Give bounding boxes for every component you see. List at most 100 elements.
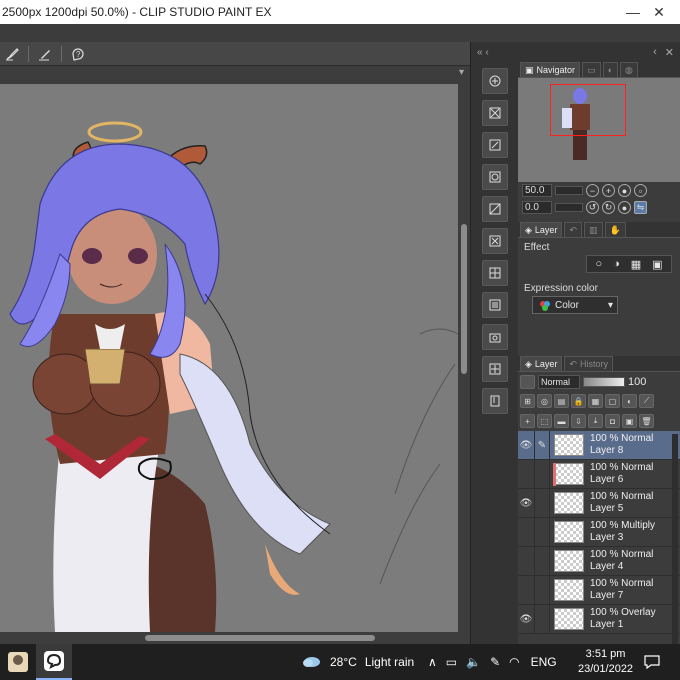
eye-hidden-icon[interactable] (518, 518, 534, 547)
edit-slot[interactable] (534, 604, 550, 634)
edit-target-icon[interactable]: ✎ (534, 430, 550, 460)
eye-hidden-icon[interactable] (518, 576, 534, 605)
ruler-layer-icon[interactable]: ⟋ (639, 394, 654, 408)
scrollbar-thumb[interactable] (145, 635, 375, 641)
border-effect-icon[interactable]: ○ (595, 258, 602, 270)
edit-slot[interactable] (534, 488, 550, 518)
battery-icon[interactable]: ▭ (446, 655, 457, 669)
pen-tool-icon[interactable] (35, 44, 55, 64)
navigator-preview[interactable] (518, 78, 680, 182)
layer-list-scrollbar[interactable] (672, 434, 678, 644)
settings-icon[interactable] (481, 292, 508, 318)
tab-brush-size[interactable]: ▥ (583, 222, 603, 237)
drawing-canvas[interactable] (0, 84, 458, 632)
clip-studio-app-icon[interactable] (36, 644, 72, 680)
close-button[interactable]: ✕ (646, 0, 672, 24)
edit-icon[interactable] (481, 132, 508, 158)
ruler-icon[interactable] (481, 388, 508, 414)
tone-effect-icon[interactable]: ◑ (613, 258, 620, 270)
zoom-actual-icon[interactable]: ▫ (634, 184, 647, 197)
volume-icon[interactable]: 🔈 (466, 655, 481, 669)
layer-row[interactable]: 100 % Multiply Layer 3 (518, 517, 680, 547)
fit-icon[interactable] (481, 356, 508, 382)
navigator-view-rect[interactable] (550, 84, 626, 136)
canvas-horizontal-scrollbar[interactable] (0, 632, 470, 644)
chevron-up-icon[interactable]: ∧ (428, 655, 437, 669)
edit-slot[interactable] (534, 546, 550, 576)
notifications-icon[interactable] (640, 644, 664, 680)
edit-slot[interactable] (534, 459, 550, 489)
zoom-fit-icon[interactable]: ● (618, 184, 631, 197)
canvas-vertical-scrollbar[interactable] (458, 84, 470, 632)
layer-row[interactable]: 100 % Normal Layer 6 (518, 459, 680, 489)
zoom-in-icon[interactable]: + (602, 184, 615, 197)
rotate-slider[interactable] (555, 203, 583, 212)
draft-icon[interactable]: ▤ (554, 394, 569, 408)
layer-row[interactable]: 👁 100 % Overlay Layer 1 (518, 604, 680, 634)
tab-color[interactable]: ◍ (620, 62, 638, 77)
tab-subtool[interactable]: ✋ (604, 222, 626, 237)
apply-mask-icon[interactable]: ▣ (622, 414, 637, 428)
tab-navigator[interactable]: ▣ Navigator (520, 62, 581, 77)
opacity-value[interactable]: 100 (628, 376, 646, 388)
merge-down-icon[interactable]: ⤓ (588, 414, 603, 428)
layer-mask-icon[interactable] (520, 375, 535, 389)
edit-slot[interactable] (534, 517, 550, 547)
clear-icon[interactable] (481, 100, 508, 126)
tab-layer[interactable]: ◈ Layer (520, 356, 563, 371)
minimize-button[interactable]: — (620, 0, 646, 24)
flip-horizontal-icon[interactable]: ⇋ (634, 201, 647, 214)
layer-row[interactable]: 100 % Normal Layer 7 (518, 575, 680, 605)
palette-icon[interactable]: ◐ (622, 394, 637, 408)
mask-enable-icon[interactable]: ▢ (605, 394, 620, 408)
clock[interactable]: 3:51 pm 23/01/2022 (578, 644, 633, 680)
tab-layer-property[interactable]: ◈ Layer (520, 222, 563, 237)
tab-info[interactable]: ◐ (602, 62, 618, 77)
zoom-out-icon[interactable]: − (586, 184, 599, 197)
chevron-down-icon[interactable]: ▾ (459, 67, 464, 78)
reset-rotate-icon[interactable]: ● (618, 201, 631, 214)
transform-icon[interactable] (481, 68, 508, 94)
opacity-slider[interactable] (583, 377, 625, 387)
grid-icon[interactable] (481, 260, 508, 286)
transform2-icon[interactable] (481, 196, 508, 222)
genshin-app-icon[interactable] (0, 644, 36, 680)
wifi-icon[interactable]: ◠ (509, 655, 519, 669)
layer-color-icon[interactable]: ▣ (652, 258, 662, 271)
new-vector-layer-icon[interactable]: ⬚ (537, 414, 552, 428)
rotate-right-icon[interactable]: ↻ (602, 201, 615, 214)
eye-icon[interactable]: 👁 (518, 605, 534, 634)
blend-mode-select[interactable]: Normal (538, 375, 580, 389)
lock-transparency-icon[interactable]: ▦ (588, 394, 603, 408)
zoom-slider[interactable] (555, 186, 583, 195)
lock-icon[interactable]: 🔒 (571, 394, 586, 408)
new-folder-icon[interactable]: ▬ (554, 414, 569, 428)
language-label[interactable]: ENG (531, 655, 557, 669)
eye-hidden-icon[interactable] (518, 547, 534, 576)
delete-layer-icon[interactable]: 🗑 (639, 414, 654, 428)
eye-icon[interactable]: 👁 (518, 489, 534, 518)
layer-row[interactable]: 100 % Normal Layer 4 (518, 546, 680, 576)
camera-icon[interactable] (481, 324, 508, 350)
layer-mask-add-icon[interactable]: ◘ (605, 414, 620, 428)
tab-tool-property[interactable]: ↶ (564, 222, 582, 237)
collapse-panel-icon[interactable]: ‹ (653, 46, 657, 58)
clip-icon[interactable]: ⊞ (520, 394, 535, 408)
pen-icon[interactable]: ✎ (490, 655, 500, 669)
zoom-value[interactable]: 50.0 (522, 184, 552, 197)
eye-hidden-icon[interactable] (518, 460, 534, 489)
layer-row[interactable]: 👁 ✎ 100 % Normal Layer 8 (518, 430, 680, 460)
eye-icon[interactable]: 👁 (518, 431, 534, 460)
brush-tool-icon[interactable] (2, 44, 22, 64)
weather-widget[interactable]: 28°C Light rain (302, 644, 414, 680)
layer-row[interactable]: 👁 100 % Normal Layer 5 (518, 488, 680, 518)
delete-icon[interactable] (481, 228, 508, 254)
edit-slot[interactable] (534, 575, 550, 605)
help-icon[interactable]: ? (68, 44, 88, 64)
rotate-left-icon[interactable]: ↺ (586, 201, 599, 214)
image-icon[interactable] (481, 164, 508, 190)
reference-icon[interactable]: ◎ (537, 394, 552, 408)
close-panel-icon[interactable]: ✕ (665, 46, 674, 59)
strip-collapse[interactable]: « ‹ (471, 42, 518, 62)
expression-color-select[interactable]: Color ▾ (532, 296, 618, 314)
